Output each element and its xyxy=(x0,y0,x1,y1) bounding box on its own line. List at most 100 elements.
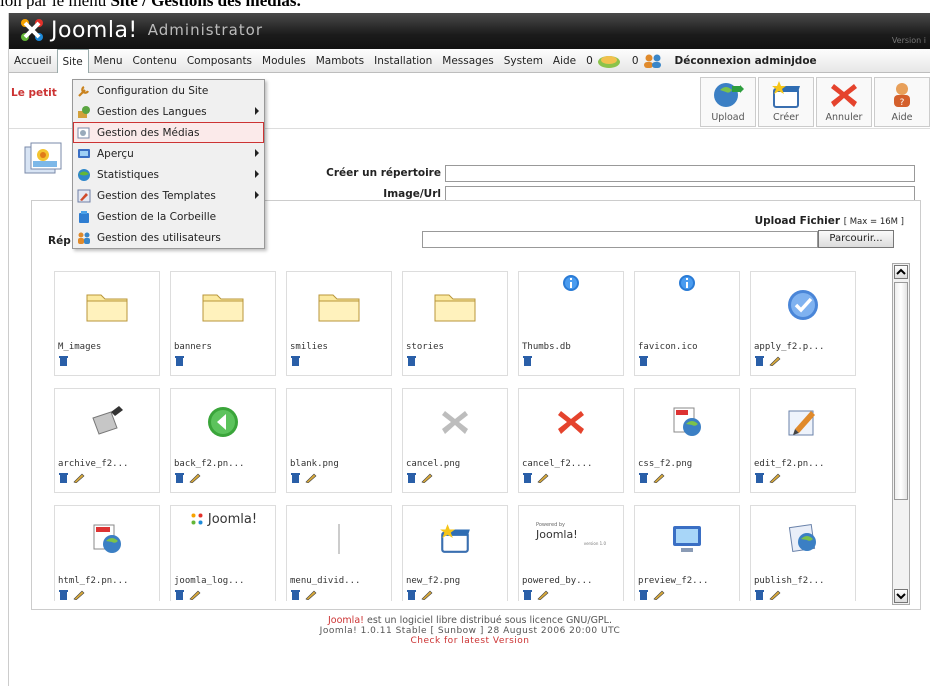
pencil-icon[interactable] xyxy=(537,589,549,601)
help-button[interactable]: ? Aide xyxy=(874,77,930,127)
trash-icon[interactable] xyxy=(522,355,533,369)
media-tile[interactable]: edit_f2.pn... xyxy=(750,388,856,493)
trash-icon[interactable] xyxy=(58,589,69,601)
scroll-up-button[interactable] xyxy=(894,265,908,279)
pencil-icon[interactable] xyxy=(305,589,317,601)
check-version-link[interactable]: Check for latest Version xyxy=(9,636,930,646)
publish-icon[interactable] xyxy=(751,506,855,572)
menu-contenu[interactable]: Contenu xyxy=(128,49,182,73)
menu-menu[interactable]: Menu xyxy=(89,49,128,73)
media-tile[interactable]: css_f2.png xyxy=(634,388,740,493)
pencil-icon[interactable] xyxy=(189,589,201,601)
media-tile[interactable]: banners xyxy=(170,271,276,376)
media-tile[interactable]: Powered by Joomla! version 1.0 powered_by..… xyxy=(518,505,624,601)
trash-icon[interactable] xyxy=(754,589,765,601)
media-tile[interactable]: publish_f2... xyxy=(750,505,856,601)
cancel-button[interactable]: Annuler xyxy=(816,77,872,127)
trash-icon[interactable] xyxy=(174,355,185,369)
media-tile[interactable]: html_f2.pn... xyxy=(54,505,160,601)
trash-icon[interactable] xyxy=(290,589,301,601)
trash-icon[interactable] xyxy=(754,355,765,369)
scroll-thumb[interactable] xyxy=(894,282,908,500)
pencil-icon[interactable] xyxy=(653,472,665,486)
cancel-icon[interactable] xyxy=(519,389,623,455)
pencil-icon[interactable] xyxy=(305,472,317,486)
media-tile[interactable]: stories xyxy=(402,271,508,376)
media-tile[interactable]: blank.png xyxy=(286,388,392,493)
trash-icon[interactable] xyxy=(58,472,69,486)
menu-item-medias[interactable]: Gestion des Médias xyxy=(73,122,264,143)
joomla-logo-icon[interactable]: Joomla! xyxy=(171,506,275,572)
menu-aide[interactable]: Aide xyxy=(548,49,581,73)
pencil-icon[interactable] xyxy=(769,472,781,486)
html-icon[interactable] xyxy=(55,506,159,572)
create-dir-input[interactable] xyxy=(445,165,915,182)
back-icon[interactable] xyxy=(171,389,275,455)
media-tile[interactable]: archive_f2... xyxy=(54,388,160,493)
info-icon[interactable] xyxy=(635,272,739,338)
pencil-icon[interactable] xyxy=(189,472,201,486)
media-tile[interactable]: favicon.ico xyxy=(634,271,740,376)
media-tile[interactable]: smilies xyxy=(286,271,392,376)
menu-messages[interactable]: Messages xyxy=(437,49,499,73)
folder-icon[interactable] xyxy=(55,272,159,338)
powered-by-icon[interactable]: Powered by Joomla! version 1.0 xyxy=(519,506,623,572)
trash-icon[interactable] xyxy=(290,355,301,369)
media-tile[interactable]: Joomla! joomla_log... xyxy=(170,505,276,601)
menu-site[interactable]: Site xyxy=(56,48,89,73)
info-icon[interactable] xyxy=(519,272,623,338)
pencil-icon[interactable] xyxy=(769,355,781,369)
create-button[interactable]: Créer xyxy=(758,77,814,127)
trash-icon[interactable] xyxy=(406,472,417,486)
pencil-icon[interactable] xyxy=(537,472,549,486)
users-status[interactable]: 0 xyxy=(627,53,669,69)
media-tile[interactable]: Thumbs.db xyxy=(518,271,624,376)
media-tile[interactable]: cancel_f2.... xyxy=(518,388,624,493)
media-tile[interactable]: M_images xyxy=(54,271,160,376)
messages-status[interactable]: 0 xyxy=(581,53,627,69)
media-tile[interactable]: back_f2.pn... xyxy=(170,388,276,493)
trash-icon[interactable] xyxy=(174,589,185,601)
media-tile[interactable]: apply_f2.p... xyxy=(750,271,856,376)
scroll-down-button[interactable] xyxy=(894,589,908,603)
menu-composants[interactable]: Composants xyxy=(182,49,257,73)
menu-item-corbeille[interactable]: Gestion de la Corbeille xyxy=(73,206,264,227)
menu-item-statistiques[interactable]: Statistiques xyxy=(73,164,264,185)
trash-icon[interactable] xyxy=(290,472,301,486)
trash-icon[interactable] xyxy=(174,472,185,486)
trash-icon[interactable] xyxy=(754,472,765,486)
menu-item-apercu[interactable]: Aperçu xyxy=(73,143,264,164)
trash-icon[interactable] xyxy=(406,355,417,369)
css-icon[interactable] xyxy=(635,389,739,455)
media-tile[interactable]: new_f2.png xyxy=(402,505,508,601)
pencil-icon[interactable] xyxy=(73,589,85,601)
preview-icon[interactable] xyxy=(635,506,739,572)
archive-icon[interactable] xyxy=(55,389,159,455)
menu-installation[interactable]: Installation xyxy=(369,49,437,73)
cancel-icon[interactable] xyxy=(403,389,507,455)
upload-button[interactable]: Upload xyxy=(700,77,756,127)
media-tile[interactable]: menu_divid... xyxy=(286,505,392,601)
blank-image[interactable] xyxy=(287,389,391,455)
menu-divider-icon[interactable] xyxy=(287,506,391,572)
trash-icon[interactable] xyxy=(522,589,533,601)
menu-item-configuration[interactable]: Configuration du Site xyxy=(73,80,264,101)
pencil-icon[interactable] xyxy=(73,472,85,486)
media-scrollbar[interactable] xyxy=(892,263,910,605)
trash-icon[interactable] xyxy=(638,472,649,486)
media-tile[interactable]: cancel.png xyxy=(402,388,508,493)
menu-system[interactable]: System xyxy=(499,49,548,73)
menu-mambots[interactable]: Mambots xyxy=(311,49,369,73)
trash-icon[interactable] xyxy=(406,589,417,601)
menu-accueil[interactable]: Accueil xyxy=(9,49,57,73)
pencil-icon[interactable] xyxy=(653,589,665,601)
new-icon[interactable] xyxy=(403,506,507,572)
folder-icon[interactable] xyxy=(171,272,275,338)
edit-icon[interactable] xyxy=(751,389,855,455)
trash-icon[interactable] xyxy=(638,589,649,601)
apply-icon[interactable] xyxy=(751,272,855,338)
logout-link[interactable]: Déconnexion adminjdoe xyxy=(669,55,817,67)
trash-icon[interactable] xyxy=(522,472,533,486)
trash-icon[interactable] xyxy=(638,355,649,369)
menu-item-templates[interactable]: Gestion des Templates xyxy=(73,185,264,206)
